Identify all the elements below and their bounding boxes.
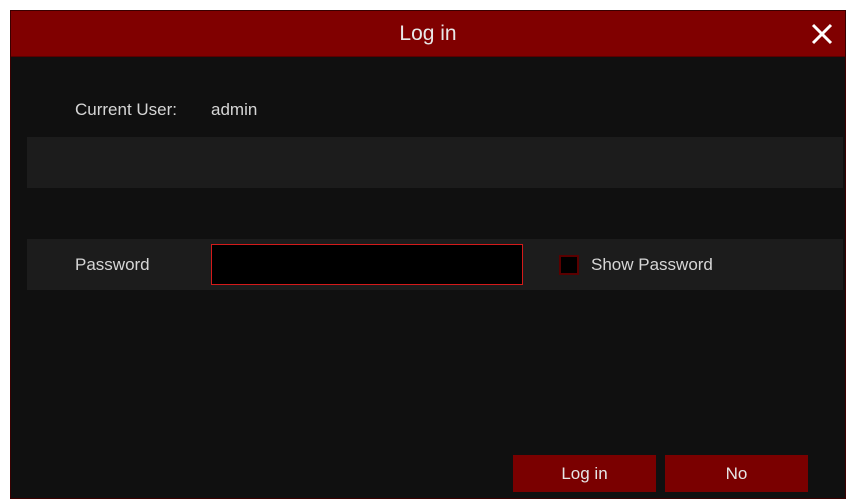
login-dialog: Log in Current User: admin Password Show… (10, 10, 846, 499)
info-band (27, 137, 843, 188)
title-bar: Log in (11, 11, 845, 57)
password-label: Password (75, 255, 150, 274)
show-password-checkbox[interactable] (559, 255, 579, 275)
current-user-label: Current User: (75, 100, 178, 119)
password-input[interactable] (211, 244, 523, 285)
close-icon[interactable] (809, 21, 835, 47)
current-user-value: admin (211, 100, 258, 119)
show-password-label[interactable]: Show Password (591, 255, 713, 275)
dialog-title: Log in (399, 22, 457, 45)
login-button[interactable]: Log in (513, 455, 656, 492)
no-button[interactable]: No (665, 455, 808, 492)
